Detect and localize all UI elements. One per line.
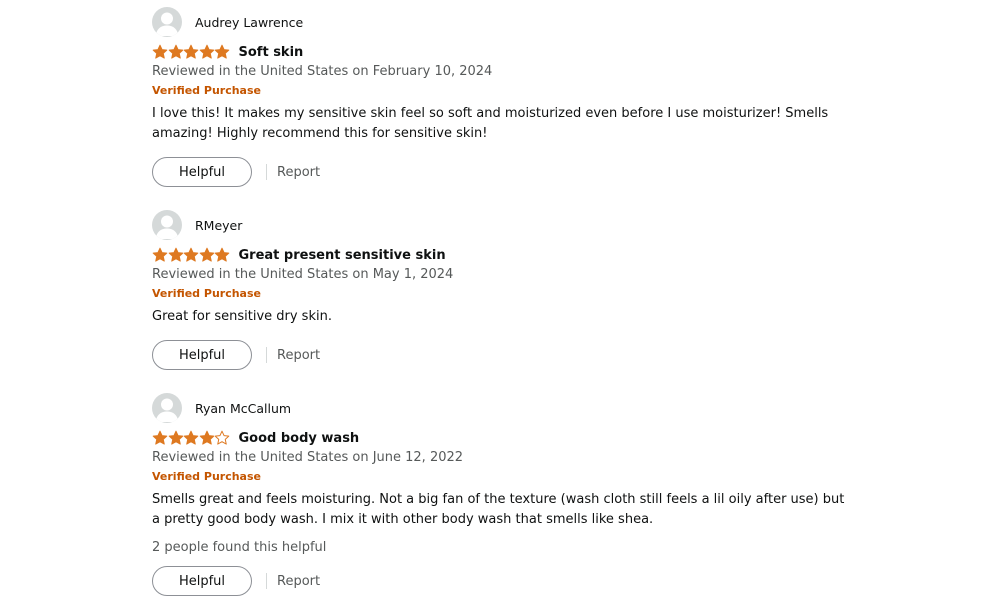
star-rating[interactable] — [152, 247, 230, 263]
verified-purchase-badge: Verified Purchase — [152, 84, 261, 97]
star-filled-icon — [214, 44, 230, 59]
helpful-count: 2 people found this helpful — [152, 540, 327, 555]
report-link[interactable]: Report — [277, 574, 320, 589]
review-author-row: Ryan McCallum — [152, 392, 852, 424]
author-name[interactable]: Audrey Lawrence — [195, 15, 303, 30]
review-date: Reviewed in the United States on Februar… — [152, 64, 493, 79]
star-filled-icon — [183, 247, 199, 262]
star-empty-icon — [214, 430, 230, 445]
review-body: Great for sensitive dry skin. — [152, 309, 332, 324]
verified-purchase-badge: Verified Purchase — [152, 287, 261, 300]
helpful-button[interactable]: Helpful — [152, 157, 252, 187]
star-filled-icon — [152, 247, 168, 262]
review-actions: Helpful Report — [152, 566, 852, 596]
action-divider — [266, 573, 267, 589]
review-date: Reviewed in the United States on May 1, … — [152, 267, 454, 282]
review-item: Audrey Lawrence Soft skin Reviewed in th… — [152, 6, 852, 187]
report-link[interactable]: Report — [277, 348, 320, 363]
user-silhouette-icon — [155, 215, 179, 239]
review-title-row: Soft skin — [152, 42, 852, 62]
star-filled-icon — [214, 247, 230, 262]
star-filled-icon — [199, 44, 214, 59]
star-rating[interactable] — [152, 44, 230, 60]
review-title-row: Great present sensitive skin — [152, 245, 852, 265]
review-author-row: Audrey Lawrence — [152, 6, 852, 38]
review-body: Smells great and feels moisturing. Not a… — [152, 492, 845, 527]
review-actions: Helpful Report — [152, 340, 852, 370]
star-filled-icon — [183, 430, 199, 445]
star-filled-icon — [168, 430, 183, 445]
report-link[interactable]: Report — [277, 165, 320, 180]
helpful-button[interactable]: Helpful — [152, 340, 252, 370]
star-filled-icon — [152, 44, 168, 59]
review-item: Ryan McCallum Good body wash Reviewed in… — [152, 392, 852, 596]
review-date: Reviewed in the United States on June 12… — [152, 450, 464, 465]
review-actions: Helpful Report — [152, 157, 852, 187]
star-rating[interactable] — [152, 430, 230, 446]
action-divider — [266, 347, 267, 363]
review-title-row: Good body wash — [152, 428, 852, 448]
review-body: I love this! It makes my sensitive skin … — [152, 106, 829, 141]
review-title[interactable]: Soft skin — [239, 45, 304, 60]
review-item: RMeyer Great present sensitive skin Revi… — [152, 209, 852, 370]
star-filled-icon — [168, 44, 183, 59]
review-title[interactable]: Great present sensitive skin — [239, 248, 446, 263]
author-name[interactable]: RMeyer — [195, 218, 242, 233]
action-divider — [266, 164, 267, 180]
review-title[interactable]: Good body wash — [239, 431, 360, 446]
verified-purchase-badge: Verified Purchase — [152, 470, 261, 483]
star-filled-icon — [183, 44, 199, 59]
author-name[interactable]: Ryan McCallum — [195, 401, 291, 416]
star-filled-icon — [168, 247, 183, 262]
avatar — [152, 393, 182, 423]
avatar — [152, 210, 182, 240]
helpful-button[interactable]: Helpful — [152, 566, 252, 596]
star-filled-icon — [152, 430, 168, 445]
avatar — [152, 7, 182, 37]
star-filled-icon — [199, 430, 214, 445]
star-filled-icon — [199, 247, 214, 262]
review-author-row: RMeyer — [152, 209, 852, 241]
user-silhouette-icon — [155, 12, 179, 36]
user-silhouette-icon — [155, 398, 179, 422]
